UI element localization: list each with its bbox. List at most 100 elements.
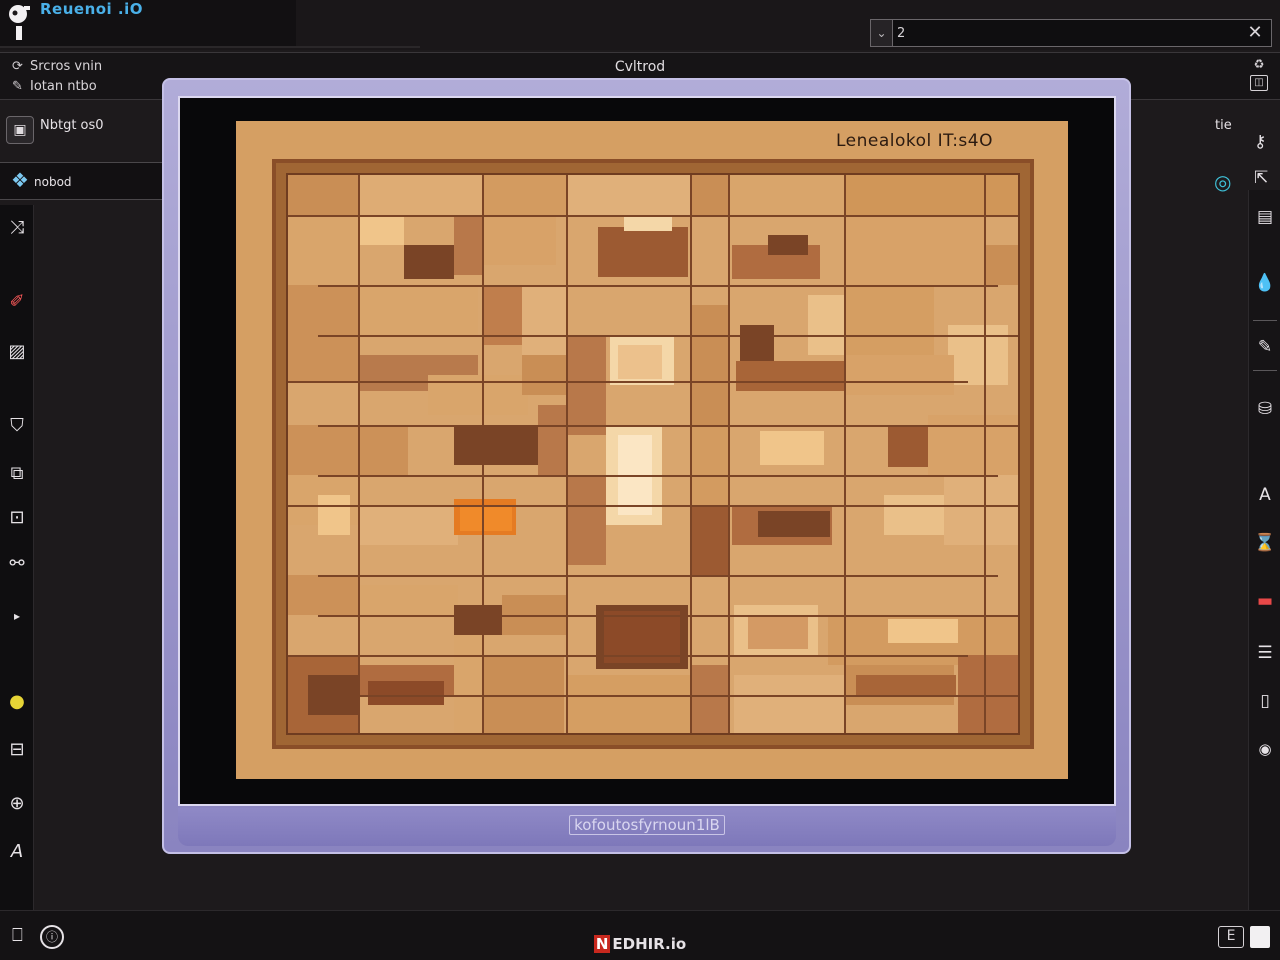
board-tile[interactable] bbox=[690, 305, 730, 425]
board-tile[interactable] bbox=[288, 425, 408, 475]
camera-tool-button[interactable]: ⊟ bbox=[4, 737, 30, 763]
globe-status-icon[interactable]: ◎ bbox=[1214, 170, 1231, 194]
board-tile[interactable] bbox=[566, 675, 690, 733]
board-tile[interactable] bbox=[482, 175, 566, 215]
globe-tool-button[interactable]: ⊕ bbox=[4, 791, 30, 817]
board-tile[interactable] bbox=[566, 175, 690, 215]
export-icon[interactable]: ⇱ bbox=[1254, 168, 1268, 188]
board-tile[interactable] bbox=[454, 635, 484, 733]
move-icon: ⤨ bbox=[9, 217, 25, 238]
record-button[interactable]: ◉ bbox=[1252, 736, 1278, 762]
shield-tool-button[interactable]: ⛉ bbox=[4, 413, 30, 439]
board-tile[interactable] bbox=[736, 361, 844, 391]
board-tile[interactable] bbox=[454, 425, 538, 465]
page-button[interactable]: ▯ bbox=[1252, 688, 1278, 714]
board-tile[interactable] bbox=[624, 215, 672, 231]
menu-item-secondary[interactable]: ✎ Iotan ntbo bbox=[12, 79, 97, 94]
move-tool-button[interactable]: ⤨ bbox=[4, 215, 30, 241]
board-tile[interactable] bbox=[454, 605, 504, 635]
board-tile[interactable] bbox=[734, 675, 844, 733]
board-tile[interactable] bbox=[948, 325, 1008, 385]
layers-button[interactable]: ☰ bbox=[1252, 640, 1278, 666]
game-board-grid[interactable] bbox=[286, 173, 1020, 735]
menu-right-button[interactable]: ♻ ◫ bbox=[1248, 57, 1270, 97]
board-tile[interactable] bbox=[288, 285, 358, 335]
play-tool-button[interactable]: ▸ bbox=[4, 603, 30, 629]
image-tool-button[interactable]: ▨ bbox=[4, 339, 30, 365]
search-toggle-button[interactable]: ⌄ bbox=[871, 20, 893, 46]
board-tile[interactable] bbox=[808, 295, 848, 355]
board-tile[interactable] bbox=[984, 245, 1018, 285]
board-tile[interactable] bbox=[758, 511, 830, 537]
text-tool-button[interactable]: 𝘈 bbox=[4, 839, 30, 865]
board-tile[interactable] bbox=[566, 335, 606, 435]
board-tile[interactable] bbox=[358, 585, 458, 615]
board-tile[interactable] bbox=[844, 285, 934, 355]
gallery-button[interactable]: ▤ bbox=[1252, 204, 1278, 230]
board-tile[interactable] bbox=[358, 215, 404, 245]
left-panel-item-2[interactable]: ❖ nobod bbox=[0, 162, 162, 200]
board-tile[interactable] bbox=[844, 355, 954, 395]
status-right-button[interactable]: E bbox=[1218, 926, 1244, 948]
board-tile[interactable] bbox=[288, 575, 358, 615]
board-tile[interactable] bbox=[768, 235, 808, 255]
left-panel-item-1[interactable]: ▣ Nbtgt os0 bbox=[0, 112, 162, 150]
board-tile[interactable] bbox=[566, 475, 606, 565]
board-tile[interactable] bbox=[358, 505, 458, 545]
board-grid-line bbox=[318, 575, 998, 577]
board-tile[interactable] bbox=[318, 495, 350, 535]
flag-button[interactable]: ▬ bbox=[1252, 588, 1278, 614]
board-tile[interactable] bbox=[844, 215, 984, 285]
board-tile[interactable] bbox=[288, 215, 358, 285]
board-tile[interactable] bbox=[928, 415, 1018, 475]
board-tile[interactable] bbox=[454, 215, 482, 275]
board-tile[interactable] bbox=[368, 681, 444, 705]
edit-button[interactable]: ✎ bbox=[1252, 334, 1278, 360]
board-tile[interactable] bbox=[358, 175, 482, 215]
board-tile[interactable] bbox=[288, 335, 358, 381]
board-tile[interactable] bbox=[888, 427, 928, 467]
board-tile[interactable] bbox=[460, 505, 512, 531]
board-tile[interactable] bbox=[522, 355, 566, 395]
stamp-button[interactable]: ⛁ bbox=[1252, 396, 1278, 422]
brush-tool-button[interactable]: ✐ bbox=[4, 289, 30, 315]
board-tile[interactable] bbox=[690, 425, 730, 505]
board-tile[interactable] bbox=[618, 345, 662, 379]
transform-tool-button[interactable]: ⚯ bbox=[4, 551, 30, 577]
search-close-button[interactable]: ✕ bbox=[1243, 20, 1267, 46]
board-tile[interactable] bbox=[288, 175, 358, 215]
board-tile[interactable] bbox=[856, 675, 956, 697]
board-tile[interactable] bbox=[598, 227, 688, 277]
text-style-button[interactable]: A bbox=[1252, 482, 1278, 508]
key-icon[interactable]: ⚷ bbox=[1254, 132, 1266, 152]
board-tile[interactable] bbox=[690, 665, 730, 733]
board-tile[interactable] bbox=[690, 175, 728, 215]
board-tile[interactable] bbox=[538, 405, 566, 475]
frame-icon: ⊡ bbox=[9, 507, 25, 528]
board-tile[interactable] bbox=[728, 175, 844, 215]
game-board[interactable] bbox=[272, 159, 1034, 749]
board-tile[interactable] bbox=[760, 431, 824, 465]
search-box[interactable]: ⌄ ✕ bbox=[870, 19, 1272, 47]
board-tile[interactable] bbox=[690, 505, 730, 575]
status-bar: ⎕ ⓘ N EDHIR.io bbox=[0, 910, 1280, 960]
drop-button[interactable]: 💧 bbox=[1252, 270, 1278, 296]
status-page-icon[interactable] bbox=[1250, 926, 1270, 948]
board-tile[interactable] bbox=[944, 475, 1018, 545]
board-tile[interactable] bbox=[404, 245, 454, 279]
board-tile[interactable] bbox=[358, 285, 478, 335]
board-tile[interactable] bbox=[888, 619, 958, 643]
board-panel: Lenealokol IT:s4O bbox=[236, 121, 1068, 779]
search-input[interactable] bbox=[897, 22, 1237, 44]
board-tile[interactable] bbox=[884, 495, 944, 535]
board-tile[interactable] bbox=[740, 325, 774, 365]
board-tile[interactable] bbox=[522, 285, 566, 355]
board-tile[interactable] bbox=[482, 215, 556, 265]
crop-tool-button[interactable]: ⧉ bbox=[4, 461, 30, 487]
board-dialog-footer[interactable]: kofoutosfyrnoun1lB bbox=[178, 808, 1116, 846]
frame-tool-button[interactable]: ⊡ bbox=[4, 505, 30, 531]
board-tile[interactable] bbox=[748, 615, 808, 649]
board-tile[interactable] bbox=[844, 175, 1018, 215]
bucket-tool-button[interactable]: ● bbox=[4, 689, 30, 715]
hourglass-button[interactable]: ⌛ bbox=[1252, 530, 1278, 556]
